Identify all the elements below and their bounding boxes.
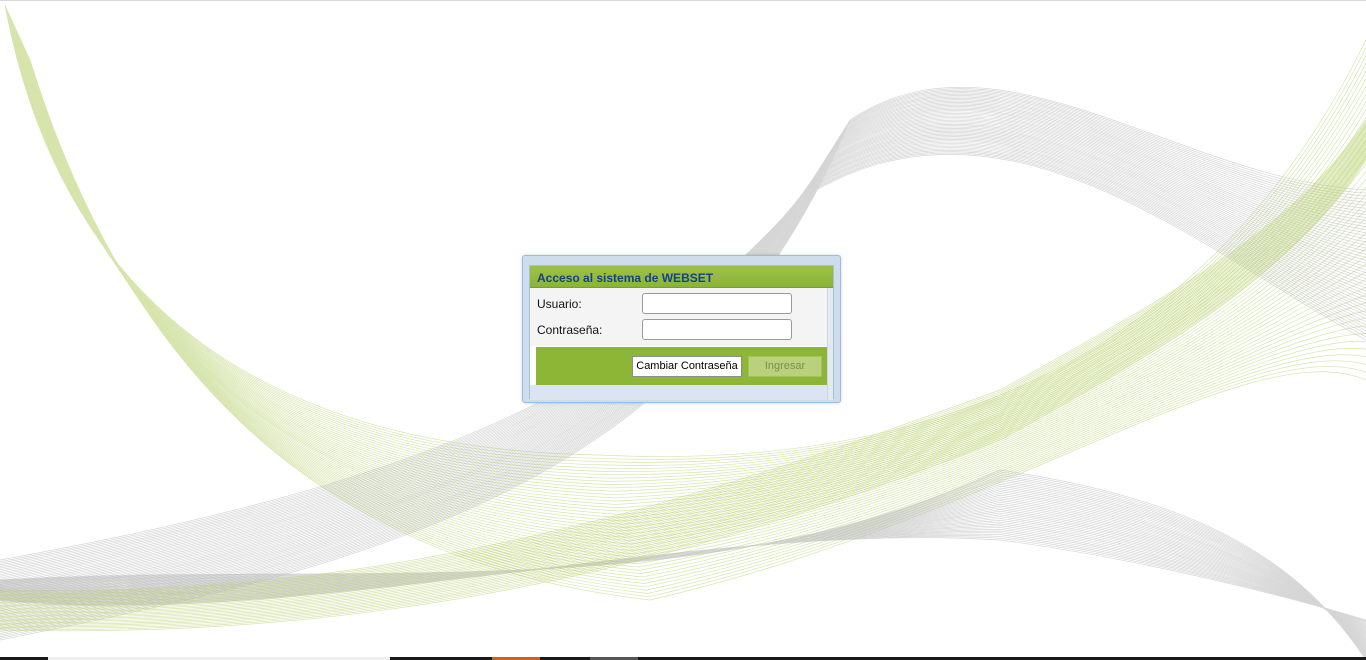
login-form: Usuario: Contraseña: — [530, 288, 830, 346]
username-input[interactable] — [642, 293, 792, 314]
password-input[interactable] — [642, 319, 792, 340]
login-title: Acceso al sistema de WEBSET — [537, 271, 714, 285]
username-label: Usuario: — [537, 297, 582, 311]
login-footer — [530, 385, 830, 400]
login-button-bar: Cambiar Contraseña Ingresar — [536, 347, 830, 385]
change-password-button[interactable]: Cambiar Contraseña — [632, 356, 742, 377]
password-label: Contraseña: — [537, 323, 603, 337]
login-window: Acceso al sistema de WEBSET Usuario: Con… — [522, 255, 841, 403]
login-panel: Acceso al sistema de WEBSET Usuario: Con… — [529, 265, 834, 400]
panel-scroll-strip — [827, 288, 833, 400]
login-title-bar: Acceso al sistema de WEBSET — [530, 266, 833, 288]
login-button[interactable]: Ingresar — [748, 356, 822, 377]
top-border — [0, 0, 1366, 1]
